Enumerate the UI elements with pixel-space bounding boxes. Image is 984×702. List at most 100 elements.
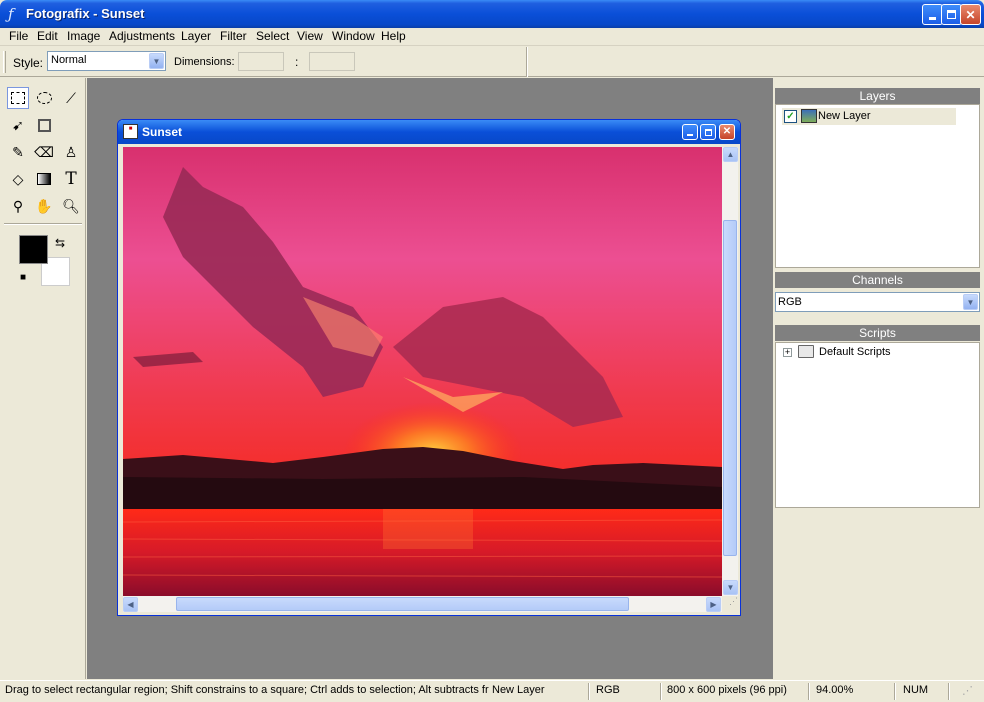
vertical-scroll-thumb[interactable] bbox=[723, 220, 737, 556]
document-title: Sunset bbox=[142, 125, 183, 139]
minimize-icon bbox=[687, 134, 693, 136]
doc-minimize-button[interactable] bbox=[682, 124, 698, 140]
zoom-icon: 🔍︎ bbox=[62, 197, 80, 214]
layer-name: New Layer bbox=[818, 110, 871, 122]
crop-icon bbox=[37, 118, 51, 132]
status-num-lock: NUM bbox=[903, 684, 929, 696]
menu-adjustments[interactable]: Adjustments bbox=[109, 29, 175, 44]
doc-close-button[interactable]: ✕ bbox=[719, 124, 735, 140]
size-grip[interactable]: ⋰ bbox=[722, 596, 738, 612]
menu-help[interactable]: Help bbox=[381, 29, 406, 44]
gradient-tool[interactable] bbox=[33, 168, 55, 190]
status-separator bbox=[808, 683, 810, 700]
clone-stamp-icon: ♙ bbox=[64, 143, 78, 160]
reset-colors-icon[interactable]: ■ bbox=[20, 272, 26, 283]
rect-select-tool[interactable] bbox=[7, 87, 29, 109]
eraser-icon: ⌫ bbox=[34, 143, 54, 160]
document-window[interactable]: ■ Sunset ✕ ▲ ▼ ◀ ▶ ⋰ bbox=[117, 119, 741, 616]
channels-header: Channels bbox=[775, 272, 980, 288]
clone-stamp-tool[interactable]: ♙ bbox=[60, 141, 82, 163]
ellipse-select-icon bbox=[36, 92, 52, 104]
layers-list: ✓ New Layer bbox=[775, 104, 980, 268]
scripts-row[interactable]: + Default Scripts bbox=[776, 343, 956, 361]
close-button[interactable]: ✕ bbox=[960, 4, 981, 25]
rect-select-icon bbox=[11, 92, 25, 104]
scroll-left-button[interactable]: ◀ bbox=[123, 597, 138, 612]
status-layer: New Layer bbox=[492, 684, 545, 696]
expand-icon[interactable]: + bbox=[783, 348, 792, 357]
style-select[interactable]: Normal ▼ bbox=[47, 51, 166, 71]
paint-bucket-tool[interactable]: ◇ bbox=[7, 168, 29, 190]
folder-icon bbox=[798, 345, 814, 358]
menu-filter[interactable]: Filter bbox=[220, 29, 247, 44]
layer-row[interactable]: ✓ New Layer bbox=[782, 108, 956, 125]
hand-icon: ✋ bbox=[35, 197, 53, 214]
text-icon: T bbox=[65, 169, 77, 189]
status-image-size: 800 x 600 pixels (96 ppi) bbox=[667, 684, 787, 696]
menu-image[interactable]: Image bbox=[67, 29, 100, 44]
scroll-up-button[interactable]: ▲ bbox=[723, 147, 738, 162]
chevron-down-icon[interactable]: ▼ bbox=[149, 53, 164, 69]
document-title-bar[interactable]: ■ Sunset ✕ bbox=[118, 120, 740, 144]
layer-thumbnail bbox=[801, 109, 817, 123]
toolbar-grip[interactable] bbox=[3, 51, 6, 73]
size-grip-icon[interactable]: ⋰ bbox=[962, 684, 973, 697]
status-zoom: 94.00% bbox=[816, 684, 854, 696]
ellipse-select-tool[interactable] bbox=[33, 87, 55, 109]
menu-select[interactable]: Select bbox=[256, 29, 289, 44]
menu-window[interactable]: Window bbox=[332, 29, 375, 44]
channels-select[interactable]: RGB ▼ bbox=[775, 292, 980, 312]
image-canvas[interactable] bbox=[123, 147, 722, 596]
toolbox: ⟋ ➹ ✎ ⌫ ♙ ◇ T ⚲ ✋ 🔍︎ ⇆ ■ bbox=[0, 78, 86, 679]
brush-tool[interactable]: ✎ bbox=[7, 141, 29, 163]
eraser-tool[interactable]: ⌫ bbox=[33, 141, 55, 163]
menu-edit[interactable]: Edit bbox=[37, 29, 58, 44]
feather-icon: ƒ bbox=[8, 5, 14, 23]
dimension-height-field[interactable] bbox=[309, 52, 355, 71]
title-bar[interactable]: ƒ Fotografix - Sunset ✕ bbox=[0, 0, 984, 28]
status-bar: Drag to select rectangular region; Shift… bbox=[0, 680, 984, 702]
hand-tool[interactable]: ✋ bbox=[33, 195, 55, 217]
right-panel: Layers ✓ New Layer Channels RGB ▼ Script… bbox=[774, 78, 984, 679]
horizontal-scroll-thumb[interactable] bbox=[176, 597, 629, 611]
window-title: Fotografix - Sunset bbox=[26, 6, 145, 21]
dimension-width-field[interactable] bbox=[238, 52, 284, 71]
chevron-down-icon[interactable]: ▼ bbox=[963, 294, 978, 310]
dimensions-separator: : bbox=[295, 55, 299, 69]
scroll-right-button[interactable]: ▶ bbox=[706, 597, 721, 612]
status-mode: RGB bbox=[596, 684, 620, 696]
dimensions-label: Dimensions: bbox=[174, 56, 235, 68]
close-icon: ✕ bbox=[722, 126, 732, 137]
brush-icon: ✎ bbox=[12, 143, 24, 160]
scroll-down-button[interactable]: ▼ bbox=[723, 580, 738, 595]
status-separator bbox=[660, 683, 662, 700]
scripts-folder-name: Default Scripts bbox=[819, 346, 891, 358]
zoom-tool[interactable]: 🔍︎ bbox=[60, 195, 82, 217]
eyedropper-tool[interactable]: ⚲ bbox=[7, 195, 29, 217]
sunset-image bbox=[123, 147, 722, 596]
magic-wand-tool[interactable]: ⟋ bbox=[60, 87, 82, 109]
menu-file[interactable]: File bbox=[9, 29, 28, 44]
minimize-button[interactable] bbox=[922, 4, 943, 25]
minimize-icon bbox=[929, 17, 936, 20]
status-separator bbox=[948, 683, 950, 700]
horizontal-scrollbar[interactable]: ◀ ▶ bbox=[123, 596, 722, 612]
status-separator bbox=[588, 683, 590, 700]
maximize-button[interactable] bbox=[941, 4, 962, 25]
foreground-color-swatch[interactable] bbox=[19, 235, 48, 264]
move-icon: ➹ bbox=[12, 116, 24, 133]
menu-layer[interactable]: Layer bbox=[181, 29, 211, 44]
scripts-header: Scripts bbox=[775, 325, 980, 341]
menu-view[interactable]: View bbox=[297, 29, 323, 44]
paint-bucket-icon: ◇ bbox=[12, 170, 24, 187]
layer-visibility-checkbox[interactable]: ✓ bbox=[784, 110, 797, 123]
doc-maximize-button[interactable] bbox=[700, 124, 716, 140]
text-tool[interactable]: T bbox=[60, 168, 82, 190]
move-tool[interactable]: ➹ bbox=[7, 114, 29, 136]
scripts-tree: + Default Scripts bbox=[775, 342, 980, 508]
vertical-scrollbar[interactable]: ▲ ▼ bbox=[722, 147, 738, 596]
swap-colors-icon[interactable]: ⇆ bbox=[55, 236, 65, 250]
style-value: Normal bbox=[51, 54, 87, 66]
crop-tool[interactable] bbox=[33, 114, 55, 136]
maximize-icon bbox=[947, 10, 956, 19]
